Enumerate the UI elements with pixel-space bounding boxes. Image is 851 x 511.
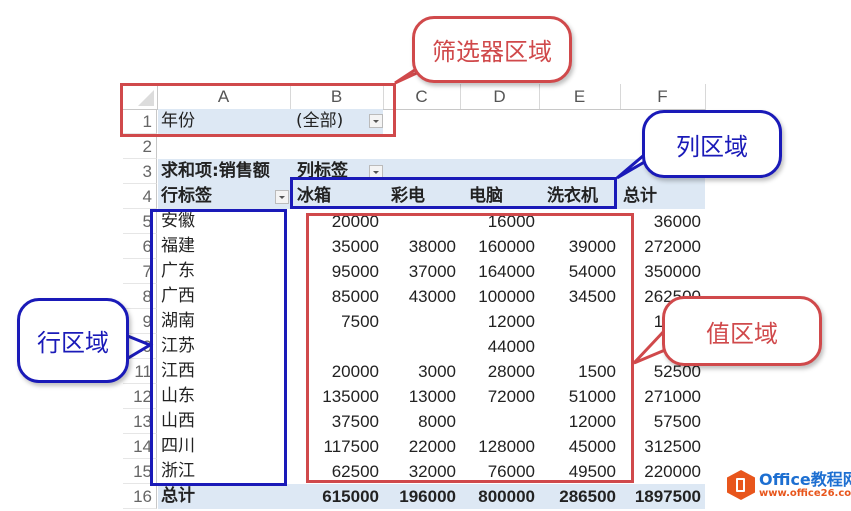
value-area-callout-text: 值区域 [706, 319, 778, 348]
office-logo-icon [727, 470, 755, 500]
value-callout-pointer [632, 326, 667, 365]
column-area-callout: 列区域 [642, 110, 782, 178]
watermark-url: www.office26.com [759, 487, 851, 499]
row-area-callout-text: 行区域 [37, 329, 109, 357]
value-area-callout: 值区域 [662, 296, 822, 366]
filter-area-callout: 筛选器区域 [412, 16, 572, 83]
filter-area-callout-text: 筛选器区域 [432, 38, 552, 66]
watermark-logo: Office教程网 www.office26.com [727, 470, 851, 500]
watermark-brand: Office教程网 [759, 469, 851, 489]
column-area-callout-text: 列区域 [676, 132, 748, 161]
row-area-callout: 行区域 [17, 298, 129, 383]
